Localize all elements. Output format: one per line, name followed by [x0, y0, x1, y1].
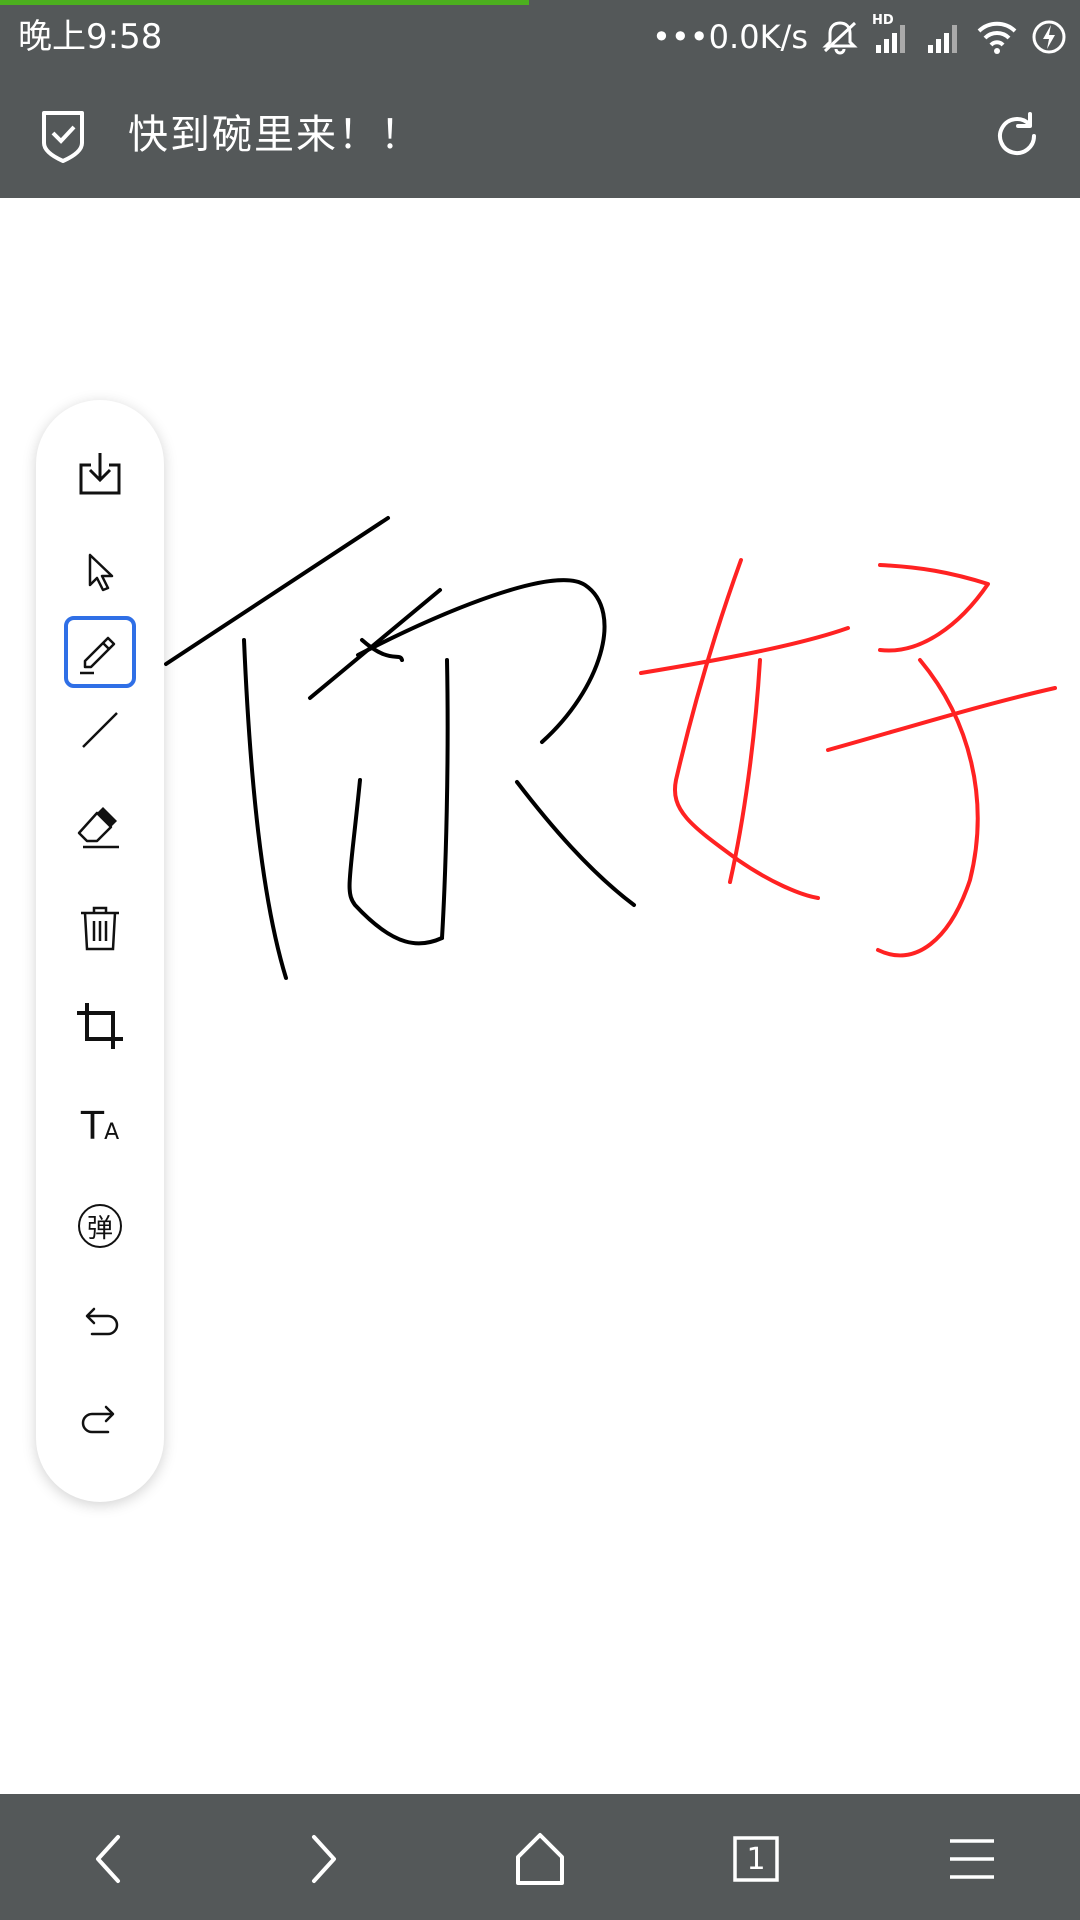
save-tool[interactable]	[64, 438, 136, 510]
signal-hd-icon: HD	[872, 13, 912, 57]
text-size-icon: TA	[81, 1107, 119, 1145]
home-icon	[516, 1833, 564, 1885]
home-button[interactable]	[500, 1819, 580, 1899]
menu-icon	[950, 1839, 994, 1879]
crop-icon	[77, 1003, 123, 1049]
tab-count: 1	[746, 1841, 766, 1877]
refresh-icon[interactable]	[990, 109, 1044, 167]
trash-icon	[81, 906, 119, 951]
danmaku-tool[interactable]: 弹	[64, 1190, 136, 1262]
network-speed: •••0.0K/s	[652, 18, 808, 56]
mute-icon	[820, 17, 860, 57]
line-icon	[82, 712, 118, 748]
undo-icon	[85, 1307, 119, 1336]
select-tool[interactable]	[64, 536, 136, 608]
status-time: 晚上9:58	[18, 17, 163, 57]
eraser-icon	[77, 807, 119, 849]
danmaku-icon: 弹	[78, 1204, 122, 1248]
forward-icon	[312, 1835, 336, 1883]
page-load-progress	[0, 0, 530, 5]
bottom-nav: 1	[0, 1794, 1080, 1920]
menu-button[interactable]	[932, 1819, 1012, 1899]
signal-hd-badge: HD	[872, 13, 894, 28]
text-tool-label-big: T	[80, 1104, 105, 1148]
forward-button[interactable]	[284, 1819, 364, 1899]
eraser-tool[interactable]	[64, 792, 136, 864]
download-icon	[79, 453, 121, 495]
back-button[interactable]	[68, 1819, 148, 1899]
text-tool-label-small: A	[104, 1120, 120, 1145]
drawing-toolbar: TA 弹	[36, 400, 164, 1502]
tabs-button[interactable]: 1	[716, 1819, 796, 1899]
clear-tool[interactable]	[64, 892, 136, 964]
page-title: 快到碗里来！！	[128, 112, 422, 158]
shield-check-icon[interactable]	[38, 109, 88, 169]
drawn-character-hao	[639, 558, 1057, 958]
pen-tool[interactable]	[64, 616, 136, 688]
crop-tool[interactable]	[64, 990, 136, 1062]
status-icons: •••0.0K/s HD	[652, 10, 1068, 64]
pencil-icon	[80, 636, 116, 675]
back-icon	[96, 1835, 120, 1883]
undo-tool[interactable]	[64, 1288, 136, 1360]
wifi-icon	[976, 17, 1018, 57]
status-bar: 晚上9:58 •••0.0K/s HD	[0, 0, 1080, 75]
charging-icon	[1030, 17, 1068, 57]
redo-tool[interactable]	[64, 1386, 136, 1458]
line-tool[interactable]	[64, 694, 136, 766]
signal-icon	[924, 17, 964, 57]
cursor-icon	[88, 553, 114, 592]
drawn-character-ni	[164, 516, 636, 980]
text-tool[interactable]: TA	[64, 1090, 136, 1162]
danmaku-label: 弹	[86, 1213, 113, 1244]
title-bar: 快到碗里来！！	[0, 75, 1080, 198]
redo-icon	[81, 1405, 115, 1434]
